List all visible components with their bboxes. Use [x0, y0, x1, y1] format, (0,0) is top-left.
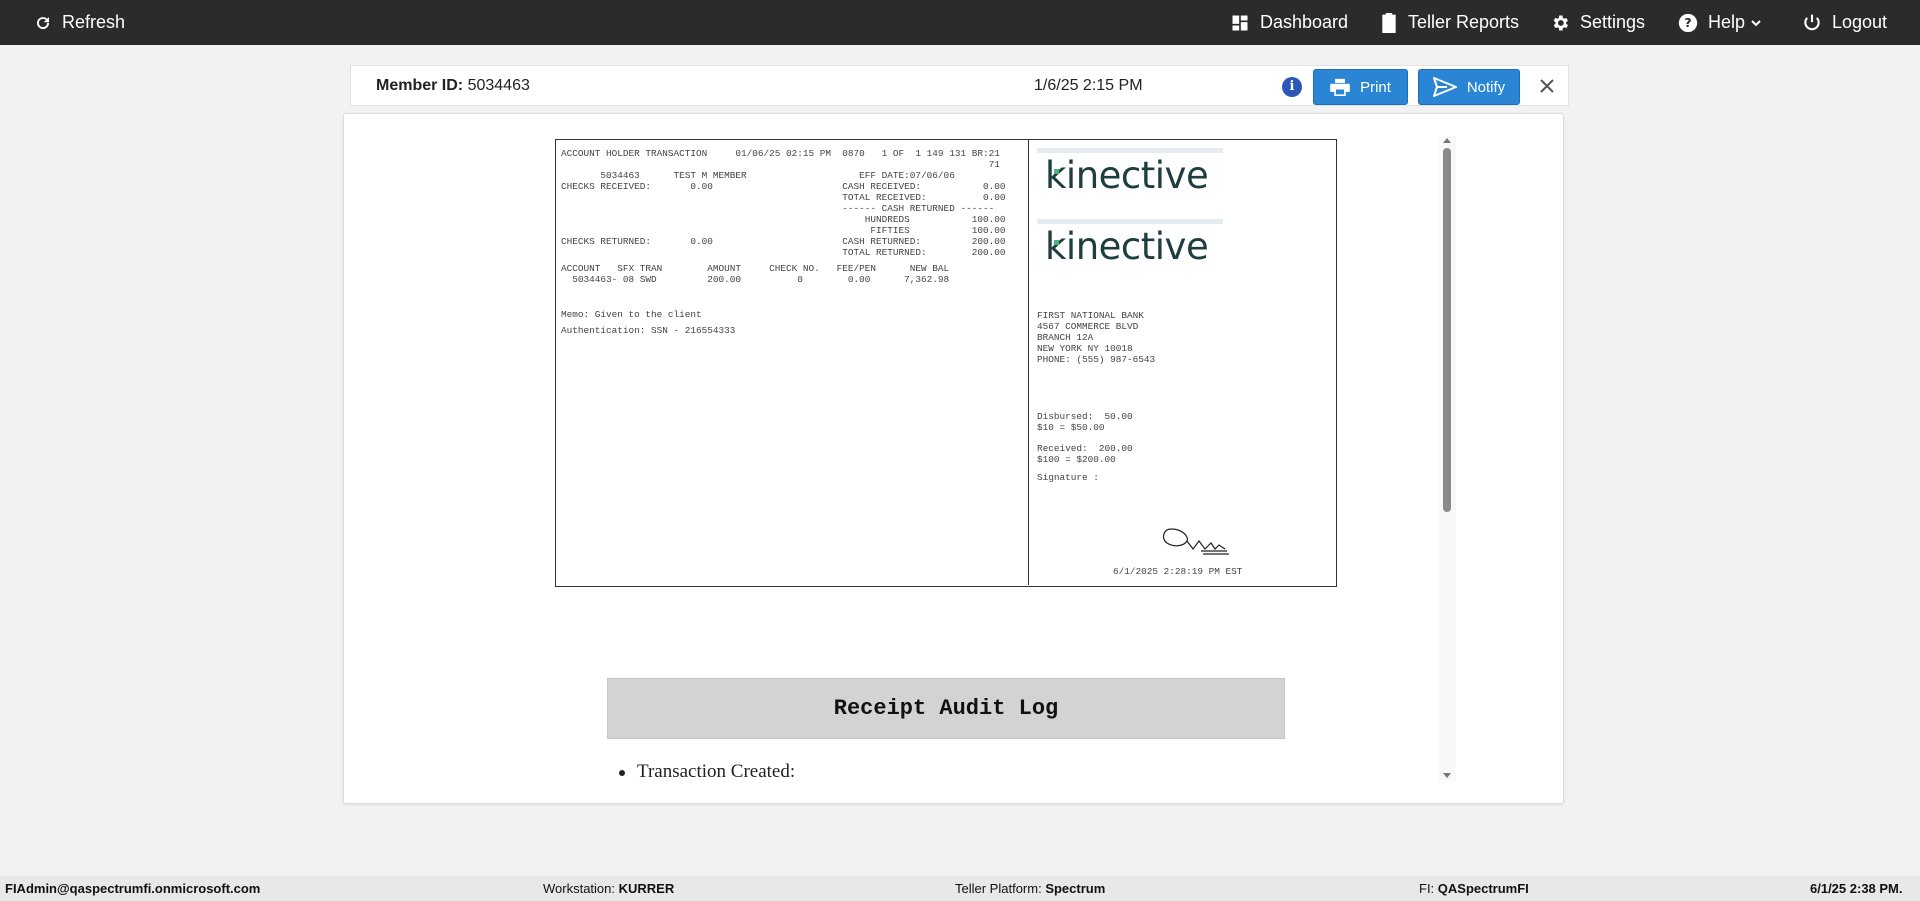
printer-icon [1330, 78, 1350, 96]
footer-user: FIAdmin@qaspectrumfi.onmicrosoft.com [5, 881, 261, 896]
memo-text: Memo: Given to the client [561, 309, 702, 320]
kinective-logo: kinective [1037, 148, 1223, 210]
bank-address-line: NEW YORK NY 10018 [1037, 343, 1133, 354]
vertical-scrollbar[interactable] [1439, 136, 1456, 780]
authentication-text: Authentication: SSN - 216554333 [561, 325, 736, 336]
settings-button[interactable]: Settings [1550, 0, 1645, 45]
member-id-value: 5034463 [467, 77, 530, 94]
bullet-icon [619, 770, 625, 776]
receipt-line: FIFTIES 100.00 [561, 225, 1006, 236]
scroll-thumb[interactable] [1443, 148, 1451, 512]
disbursed-detail: $10 = $50.00 [1037, 422, 1105, 433]
member-info-bar: Member ID: 5034463 1/6/25 2:15 PM i Prin… [350, 65, 1569, 106]
receipt-line: CHECKS RETURNED: 0.00 CASH RETURNED: 200… [561, 236, 1006, 247]
gear-icon [1553, 15, 1568, 30]
footer-platform: Teller Platform: Spectrum [955, 876, 1105, 901]
platform-label: Teller Platform: [955, 881, 1046, 896]
footer-workstation: Workstation: KURRER [543, 876, 674, 901]
receipt-line: HUNDREDS 100.00 [561, 214, 1006, 225]
platform-value: Spectrum [1045, 881, 1106, 896]
bank-address-line: PHONE: (555) 987-6543 [1037, 354, 1156, 365]
transaction-datetime: 1/6/25 2:15 PM [1034, 77, 1143, 94]
receipt-line: 71 [561, 159, 1000, 170]
signature-image [1162, 528, 1229, 555]
receipt-line: 5034463 TEST M MEMBER EFF DATE:07/06/06 [561, 170, 955, 181]
workstation-value: KURRER [618, 881, 675, 896]
received-detail: $100 = $200.00 [1037, 454, 1116, 465]
disbursed-text: Disbursed: 50.00 [1037, 411, 1133, 422]
teller-reports-button[interactable]: Teller Reports [1380, 0, 1519, 45]
help-dropdown[interactable]: ? Help [1678, 0, 1762, 45]
bank-address-line: FIRST NATIONAL BANK [1037, 310, 1144, 321]
bank-address-line: BRANCH 12A [1037, 332, 1094, 343]
receipt-document: ACCOUNT HOLDER TRANSACTION 01/06/25 02:1… [555, 139, 1337, 587]
help-label: Help [1708, 12, 1746, 32]
top-nav-bar: Refresh Dashboard Teller Reports Setting… [0, 0, 1920, 45]
receipt-line: ACCOUNT SFX TRAN AMOUNT CHECK NO. FEE/PE… [561, 263, 950, 274]
scroll-up-arrow[interactable] [1443, 138, 1451, 143]
power-icon [1804, 14, 1820, 30]
logout-button[interactable]: Logout [1802, 0, 1887, 45]
kinective-logo: kinective [1037, 219, 1223, 281]
bank-section: kinective kinective FIRST NATIONAL BANK 4… [1029, 140, 1335, 585]
signature-timestamp: 6/1/2025 2:28:19 PM EST [1113, 566, 1243, 577]
dashboard-icon [1232, 15, 1248, 30]
help-circle-icon: ? [1678, 13, 1698, 32]
audit-log-item: Transaction Created: [637, 761, 796, 782]
signature-label: Signature : [1037, 472, 1099, 483]
print-label: Print [1360, 78, 1391, 96]
print-button[interactable]: Print [1313, 69, 1408, 105]
notify-button[interactable]: Notify [1418, 69, 1520, 105]
receipt-line: 5034463- 08 SWD 200.00 0 0.00 7,362.98 [561, 274, 950, 285]
teller-reports-label: Teller Reports [1408, 12, 1520, 32]
receipt-line: CHECKS RECEIVED: 0.00 CASH RECEIVED: 0.0… [561, 181, 1006, 192]
received-text: Received: 200.00 [1037, 443, 1133, 454]
logo-text: kinective [1045, 154, 1209, 197]
receipt-line: TOTAL RETURNED: 200.00 [561, 247, 1006, 258]
logout-label: Logout [1832, 12, 1888, 32]
fi-value: QASpectrumFI [1437, 881, 1529, 896]
workstation-label: Workstation: [543, 881, 619, 896]
member-id-label: Member ID: [376, 77, 464, 94]
settings-label: Settings [1580, 12, 1646, 32]
footer-datetime: 6/1/25 2:38 PM. [1810, 881, 1903, 896]
footer-fi: FI: QASpectrumFI [1419, 876, 1529, 901]
refresh-button[interactable]: Refresh [34, 0, 125, 45]
refresh-label: Refresh [62, 12, 126, 32]
refresh-icon [37, 16, 50, 29]
svg-text:?: ? [1684, 15, 1691, 30]
status-footer: FIAdmin@qaspectrumfi.onmicrosoft.com Wor… [0, 876, 1920, 901]
chevron-down-icon [1751, 19, 1761, 26]
scroll-down-arrow[interactable] [1443, 773, 1451, 778]
logo-text: kinective [1045, 225, 1209, 268]
receipt-viewer: ACCOUNT HOLDER TRANSACTION 01/06/25 02:1… [343, 113, 1564, 804]
notify-label: Notify [1466, 78, 1506, 96]
receipt-line: ACCOUNT HOLDER TRANSACTION 01/06/25 02:1… [561, 148, 1000, 159]
receipt-line: ------ CASH RETURNED ------ [561, 203, 995, 214]
receipt-line: TOTAL RECEIVED: 0.00 [561, 192, 1006, 203]
clipboard-icon [1382, 12, 1396, 33]
dashboard-label: Dashboard [1260, 12, 1349, 32]
audit-log-header: Receipt Audit Log [607, 678, 1285, 739]
dashboard-button[interactable]: Dashboard [1230, 0, 1348, 45]
fi-label: FI: [1419, 881, 1438, 896]
bank-address-line: 4567 COMMERCE BLVD [1037, 321, 1139, 332]
transaction-section: ACCOUNT HOLDER TRANSACTION 01/06/25 02:1… [556, 140, 1029, 585]
info-icon[interactable]: i [1282, 77, 1302, 97]
send-icon [1432, 77, 1457, 97]
close-icon[interactable] [1535, 74, 1559, 98]
member-id: Member ID: 5034463 [376, 66, 530, 105]
